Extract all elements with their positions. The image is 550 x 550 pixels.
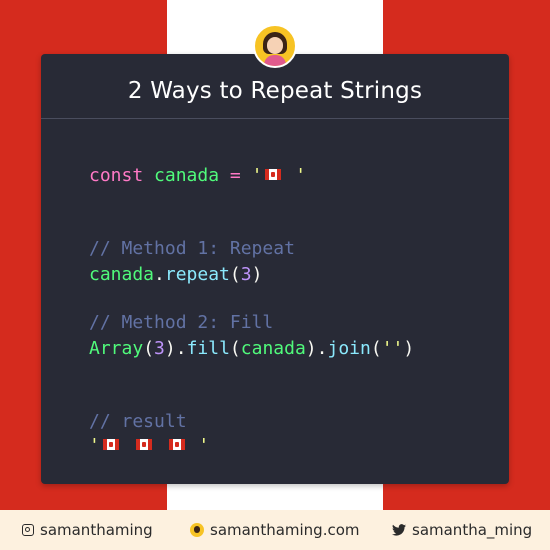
footer-instagram[interactable]: samanthaming: [22, 521, 153, 539]
dot: .: [154, 264, 165, 285]
paren-close: ): [164, 338, 176, 359]
footer-twitter[interactable]: samantha_ming: [392, 521, 532, 539]
string-quote-close: ': [187, 435, 210, 456]
canadian-flag-icon: [102, 438, 119, 450]
instagram-icon: [22, 524, 34, 536]
variable-name: canada: [154, 165, 220, 186]
operator-equals: =: [229, 165, 241, 186]
arg-canada: canada: [240, 338, 306, 359]
code-line-repeat: canada.repeat(3): [89, 263, 262, 287]
twitter-handle: samantha_ming: [412, 521, 533, 539]
keyword-const: const: [89, 165, 144, 186]
instagram-handle: samanthaming: [40, 521, 153, 539]
comment-method-2: // Method 2: Fill: [89, 312, 274, 333]
twitter-icon: [392, 524, 406, 536]
string-quote-open: ': [251, 165, 263, 186]
card-title: 2 Ways to Repeat Strings: [127, 78, 423, 104]
string-empty: '': [381, 338, 404, 359]
footer: samanthaming samanthaming.com samantha_m…: [0, 510, 550, 550]
canadian-flag-icon: [135, 438, 152, 450]
paren-open: (: [229, 264, 241, 285]
code-line-const: const canada = ' ': [89, 164, 306, 188]
method-repeat: repeat: [164, 264, 230, 285]
paren-open: (: [143, 338, 155, 359]
canadian-flag-icon: [168, 438, 185, 450]
method-join: join: [327, 338, 371, 359]
card-divider: [41, 118, 509, 119]
object-name: canada: [89, 264, 155, 285]
class-array: Array: [89, 338, 144, 359]
string-quote-open: ': [89, 435, 100, 456]
paren-close: ): [403, 338, 415, 359]
website-url: samanthaming.com: [210, 521, 360, 539]
avatar-small-icon: [190, 523, 204, 537]
paren-close: ): [251, 264, 263, 285]
method-fill: fill: [186, 338, 230, 359]
avatar-icon: [253, 24, 297, 68]
comment-result: // result: [89, 411, 187, 432]
number-arg: 3: [154, 338, 165, 359]
code-line-fill: Array(3).fill(canada).join(''): [89, 337, 414, 361]
number-arg: 3: [240, 264, 252, 285]
comment-method-1: // Method 1: Repeat: [89, 238, 295, 259]
canadian-flag-icon: [265, 168, 282, 180]
footer-website[interactable]: samanthaming.com: [190, 521, 360, 539]
dot: .: [175, 338, 187, 359]
code-card: 2 Ways to Repeat Strings const canada = …: [41, 54, 509, 484]
string-quote-close: ': [284, 165, 307, 186]
code-line-result: ' ': [89, 434, 209, 458]
paren-close: ): [305, 338, 317, 359]
dot: .: [316, 338, 328, 359]
paren-open: (: [370, 338, 382, 359]
paren-open: (: [229, 338, 241, 359]
